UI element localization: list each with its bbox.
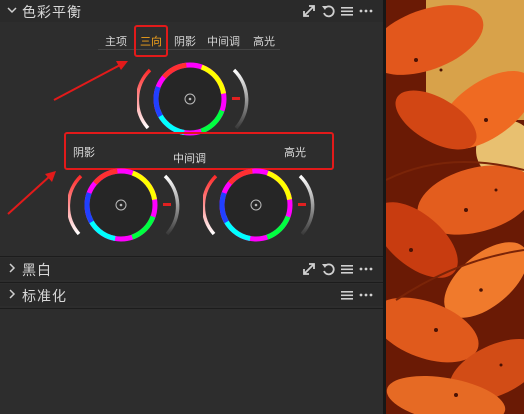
more-dots-icon[interactable]: [359, 262, 373, 276]
hamburger-menu-icon[interactable]: [340, 4, 354, 18]
tab-midtones[interactable]: 中间调: [207, 33, 240, 49]
more-dots-icon[interactable]: [359, 4, 373, 18]
tab-main[interactable]: 主项: [105, 33, 127, 49]
reset-icon[interactable]: [321, 4, 335, 18]
reset-icon[interactable]: [321, 262, 335, 276]
chevron-right-icon[interactable]: [6, 287, 18, 301]
tab-highlights[interactable]: 高光: [253, 33, 275, 49]
adjustments-panel: 色彩平衡 主项 三向 阴影 中间调 高光 阴影 中间调 高光 黑白 标准化: [0, 0, 383, 414]
photo-preview: [386, 0, 524, 414]
section-divider: [0, 282, 383, 283]
black-white-title: 黑白: [22, 263, 52, 279]
annotation-box-tab: [134, 25, 168, 57]
standardize-header[interactable]: 标准化: [0, 284, 383, 306]
shadows-label: 阴影: [73, 146, 95, 159]
shadows-color-wheel[interactable]: [68, 166, 182, 246]
highlights-label: 高光: [284, 146, 306, 159]
annotation-arrow-icon: [53, 61, 128, 101]
copy-arrow-icon[interactable]: [302, 262, 316, 276]
color-balance-title: 色彩平衡: [22, 5, 82, 21]
more-dots-icon[interactable]: [359, 288, 373, 302]
master-color-wheel[interactable]: [137, 60, 251, 140]
section-divider: [0, 256, 383, 257]
section-divider: [0, 308, 383, 309]
hamburger-menu-icon[interactable]: [340, 288, 354, 302]
annotation-arrow-icon: [7, 171, 56, 215]
color-balance-header[interactable]: 色彩平衡: [0, 0, 383, 22]
chevron-right-icon[interactable]: [6, 261, 18, 275]
highlights-color-wheel[interactable]: [203, 166, 317, 246]
balance-mode-tabs: 主项 三向 阴影 中间调 高光: [98, 33, 280, 50]
midtones-label: 中间调: [173, 152, 206, 165]
black-white-header[interactable]: 黑白: [0, 258, 383, 280]
standardize-title: 标准化: [22, 289, 67, 305]
hamburger-menu-icon[interactable]: [340, 262, 354, 276]
tab-shadows[interactable]: 阴影: [174, 33, 196, 49]
copy-arrow-icon[interactable]: [302, 4, 316, 18]
chevron-down-icon[interactable]: [6, 3, 18, 17]
